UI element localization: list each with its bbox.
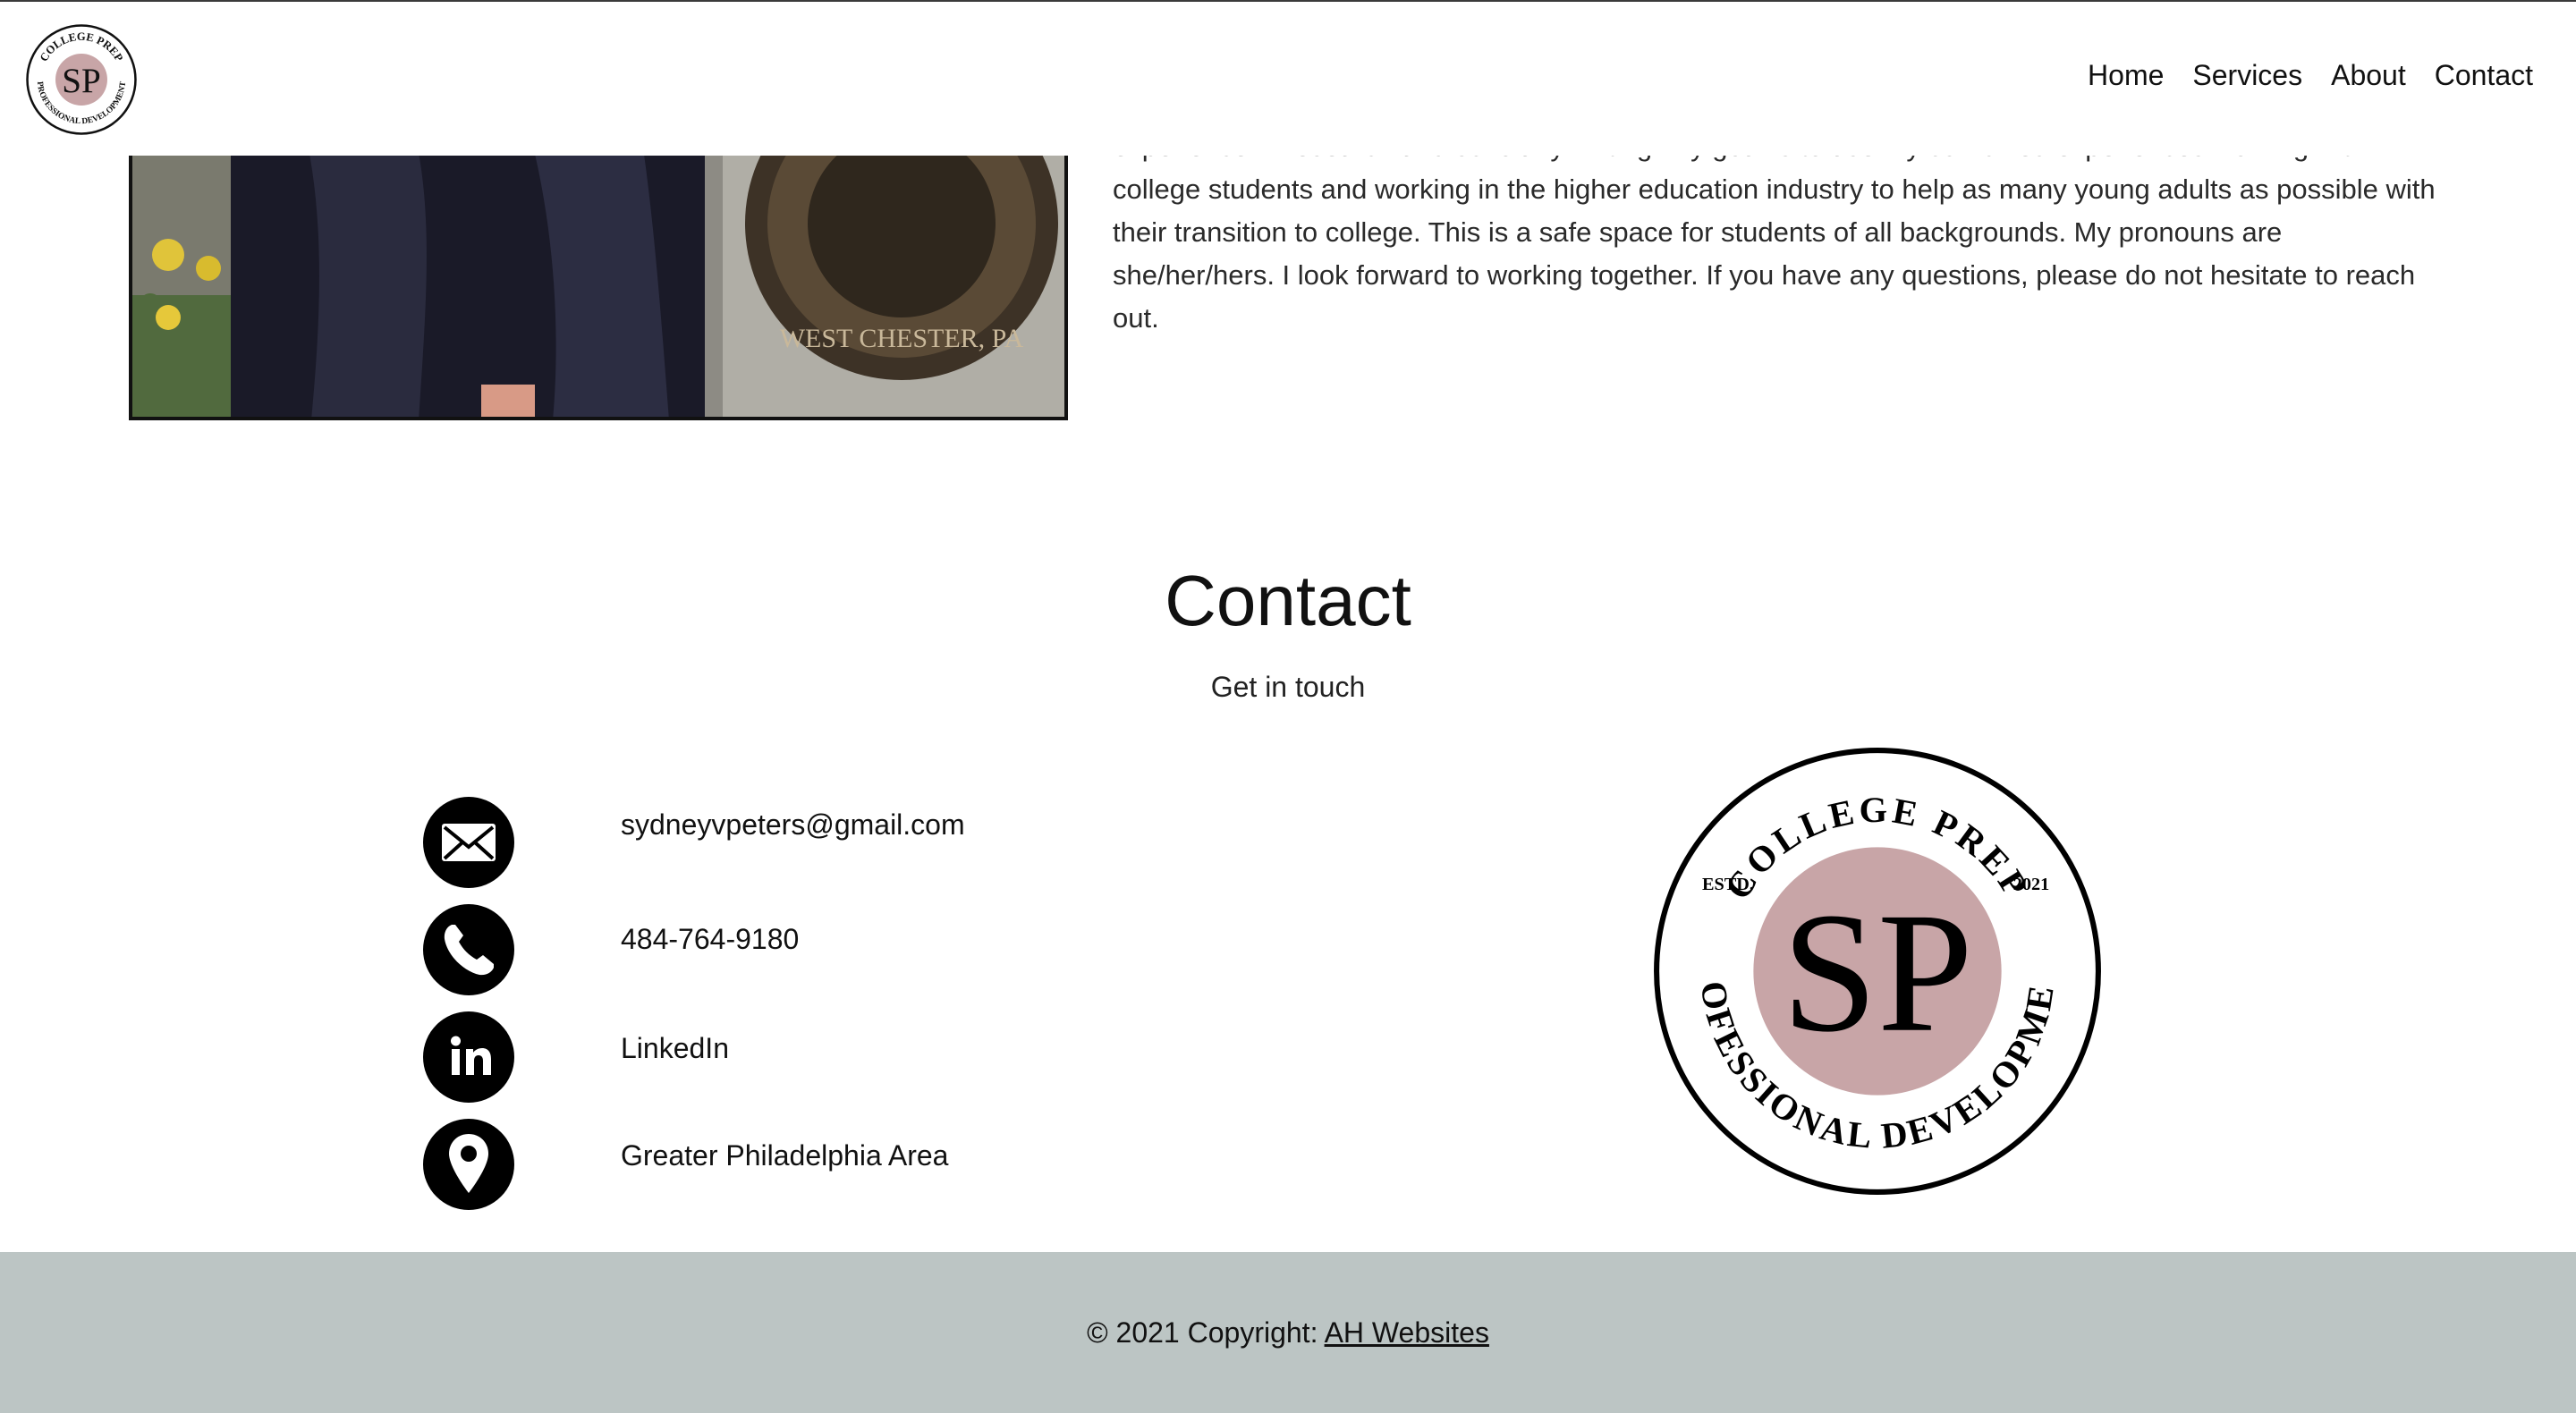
footer-copyright-text: © 2021 Copyright: bbox=[1087, 1316, 1325, 1349]
college-prep-logo: COLLEGE PREP PROFESSIONAL DEVELOPMENT ES… bbox=[1651, 745, 2101, 1195]
linkedin-link[interactable]: LinkedIn bbox=[621, 1002, 729, 1095]
nav-about[interactable]: About bbox=[2331, 59, 2406, 92]
big-logo-estd: ESTD. bbox=[1702, 875, 1754, 894]
contact-email: sydneyvpeters@gmail.com bbox=[422, 796, 1227, 889]
footer-copyright: © 2021 Copyright: AH Websites bbox=[0, 1252, 2576, 1413]
phone-icon bbox=[423, 904, 514, 995]
about-paragraph: experience in research and scholarly wri… bbox=[1113, 131, 2436, 334]
contact-title: Contact bbox=[1165, 561, 1411, 640]
nav-services[interactable]: Services bbox=[2192, 59, 2302, 92]
contact-phone: 484-764-9180 bbox=[422, 903, 1227, 996]
email-link[interactable]: sydneyvpeters@gmail.com bbox=[621, 778, 965, 871]
contact-linkedin: LinkedIn bbox=[422, 1011, 1227, 1104]
main-nav: Home Services About Contact bbox=[2088, 59, 2533, 92]
linkedin-icon bbox=[423, 1011, 514, 1103]
site-footer: © 2021 Copyright: AH Websites bbox=[0, 1252, 2576, 1413]
footer-ah-websites-link[interactable]: AH Websites bbox=[1325, 1316, 1489, 1349]
nav-home[interactable]: Home bbox=[2088, 59, 2164, 92]
phone-link[interactable]: 484-764-9180 bbox=[621, 893, 799, 986]
nav-contact[interactable]: Contact bbox=[2435, 59, 2533, 92]
logo-monogram: SP bbox=[62, 62, 100, 100]
photo-seal-text: WEST CHESTER, PA bbox=[780, 324, 1024, 353]
big-logo-year: 2021 bbox=[2013, 875, 2049, 894]
brand-logo[interactable]: COLLEGE PREP PROFESSIONAL DEVELOPMENT SP bbox=[25, 23, 138, 136]
contact-subtitle: Get in touch bbox=[1210, 671, 1366, 703]
map-pin-icon bbox=[423, 1119, 514, 1210]
big-logo-monogram: SP bbox=[1782, 877, 1973, 1068]
envelope-icon bbox=[423, 797, 514, 888]
contact-location: Greater Philadelphia Area bbox=[422, 1118, 1227, 1211]
site-header: COLLEGE PREP PROFESSIONAL DEVELOPMENT SP… bbox=[0, 2, 2576, 156]
location-text: Greater Philadelphia Area bbox=[621, 1139, 949, 1172]
